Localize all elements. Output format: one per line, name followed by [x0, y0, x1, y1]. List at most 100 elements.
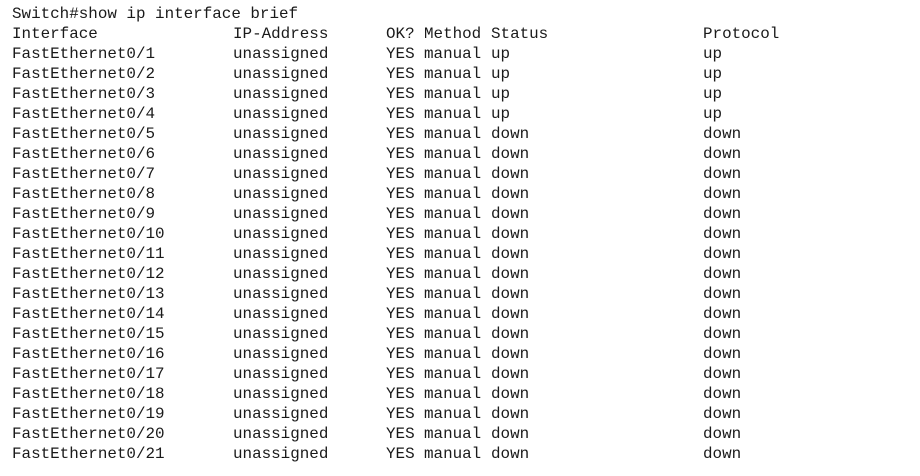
table-row: FastEthernet0/18 unassigned YES manual down d…: [12, 384, 912, 404]
cell-interface: FastEthernet0/18: [12, 385, 165, 403]
cell-protocol: down: [703, 205, 742, 223]
cell-protocol: down: [703, 305, 742, 323]
cell-ip-address: unassigned: [233, 405, 329, 423]
cell-ip-address: unassigned: [233, 165, 329, 183]
cell-method: manual: [424, 145, 482, 163]
cell-method: manual: [424, 65, 482, 83]
cell-interface: FastEthernet0/20: [12, 425, 165, 443]
cell-interface: FastEthernet0/8: [12, 185, 156, 203]
table-row: FastEthernet0/4 unassigned YES manual up up: [12, 104, 912, 124]
command-prompt-line: Switch#show ip interface brief: [12, 5, 299, 23]
cell-method: manual: [424, 85, 482, 103]
cell-ip-address: unassigned: [233, 345, 329, 363]
cell-ok: YES: [386, 365, 415, 383]
table-row: FastEthernet0/6 unassigned YES manual down do…: [12, 144, 912, 164]
cell-method: manual: [424, 405, 482, 423]
cell-ok: YES: [386, 185, 415, 203]
cell-ok: YES: [386, 65, 415, 83]
cell-interface: FastEthernet0/14: [12, 305, 165, 323]
cell-status: down: [491, 425, 530, 443]
cell-ip-address: unassigned: [233, 305, 329, 323]
header-interface: Interface: [12, 25, 98, 43]
cell-ip-address: unassigned: [233, 285, 329, 303]
cell-protocol: down: [703, 445, 742, 463]
cell-interface: FastEthernet0/2: [12, 65, 156, 83]
cell-method: manual: [424, 445, 482, 463]
interface-table-body: FastEthernet0/1 unassigned YES manual up up Fa…: [12, 44, 912, 464]
cell-interface: FastEthernet0/13: [12, 285, 165, 303]
cell-ip-address: unassigned: [233, 385, 329, 403]
cell-status: down: [491, 385, 530, 403]
cell-interface: FastEthernet0/1: [12, 45, 156, 63]
cell-ok: YES: [386, 125, 415, 143]
cell-ok: YES: [386, 85, 415, 103]
cell-ip-address: unassigned: [233, 425, 329, 443]
cell-ip-address: unassigned: [233, 185, 329, 203]
cell-ok: YES: [386, 325, 415, 343]
cell-status: down: [491, 265, 530, 283]
cell-ok: YES: [386, 165, 415, 183]
table-row: FastEthernet0/12 unassigned YES manual down d…: [12, 264, 912, 284]
cell-interface: FastEthernet0/6: [12, 145, 156, 163]
cell-status: down: [491, 345, 530, 363]
table-row: FastEthernet0/3 unassigned YES manual up up: [12, 84, 912, 104]
cell-interface: FastEthernet0/7: [12, 165, 156, 183]
cell-method: manual: [424, 325, 482, 343]
cell-status: down: [491, 305, 530, 323]
cell-interface: FastEthernet0/21: [12, 445, 165, 463]
cell-ip-address: unassigned: [233, 85, 329, 103]
table-row: FastEthernet0/20 unassigned YES manual down d…: [12, 424, 912, 444]
cell-status: up: [491, 45, 511, 63]
cell-status: down: [491, 285, 530, 303]
cell-ip-address: unassigned: [233, 445, 329, 463]
cell-status: up: [491, 85, 511, 103]
cell-ok: YES: [386, 225, 415, 243]
cell-protocol: down: [703, 185, 742, 203]
cell-method: manual: [424, 385, 482, 403]
terminal-output[interactable]: Switch#show ip interface brief Interface…: [12, 4, 912, 464]
cell-ip-address: unassigned: [233, 265, 329, 283]
table-header-row: Interface IP-Address OK? Method Status P…: [12, 24, 912, 44]
cell-status: up: [491, 105, 511, 123]
header-protocol: Protocol: [703, 25, 780, 43]
cell-status: down: [491, 365, 530, 383]
cell-method: manual: [424, 105, 482, 123]
cell-method: manual: [424, 205, 482, 223]
cell-method: manual: [424, 45, 482, 63]
cell-ok: YES: [386, 105, 415, 123]
cell-protocol: down: [703, 165, 742, 183]
header-ip-address: IP-Address: [233, 25, 329, 43]
cell-status: down: [491, 225, 530, 243]
cell-protocol: down: [703, 345, 742, 363]
table-row: FastEthernet0/2 unassigned YES manual up up: [12, 64, 912, 84]
cell-ip-address: unassigned: [233, 225, 329, 243]
cell-protocol: down: [703, 225, 742, 243]
cell-method: manual: [424, 185, 482, 203]
cell-status: down: [491, 405, 530, 423]
cell-method: manual: [424, 265, 482, 283]
cell-ip-address: unassigned: [233, 365, 329, 383]
cell-ip-address: unassigned: [233, 125, 329, 143]
cell-method: manual: [424, 305, 482, 323]
cell-protocol: down: [703, 425, 742, 443]
cell-status: down: [491, 145, 530, 163]
cell-ok: YES: [386, 405, 415, 423]
cell-protocol: up: [703, 45, 723, 63]
cell-ok: YES: [386, 445, 415, 463]
cell-ok: YES: [386, 145, 415, 163]
table-row: FastEthernet0/14 unassigned YES manual down d…: [12, 304, 912, 324]
cell-method: manual: [424, 165, 482, 183]
cell-ok: YES: [386, 345, 415, 363]
table-row: FastEthernet0/21 unassigned YES manual down d…: [12, 444, 912, 464]
table-row: FastEthernet0/10 unassigned YES manual down d…: [12, 224, 912, 244]
table-row: FastEthernet0/17 unassigned YES manual down d…: [12, 364, 912, 384]
table-row: FastEthernet0/11 unassigned YES manual down d…: [12, 244, 912, 264]
cell-ip-address: unassigned: [233, 105, 329, 123]
table-row: FastEthernet0/1 unassigned YES manual up up: [12, 44, 912, 64]
cell-protocol: down: [703, 385, 742, 403]
cell-status: down: [491, 325, 530, 343]
table-row: FastEthernet0/9 unassigned YES manual down do…: [12, 204, 912, 224]
cell-interface: FastEthernet0/15: [12, 325, 165, 343]
cell-ok: YES: [386, 285, 415, 303]
table-row: FastEthernet0/5 unassigned YES manual down do…: [12, 124, 912, 144]
